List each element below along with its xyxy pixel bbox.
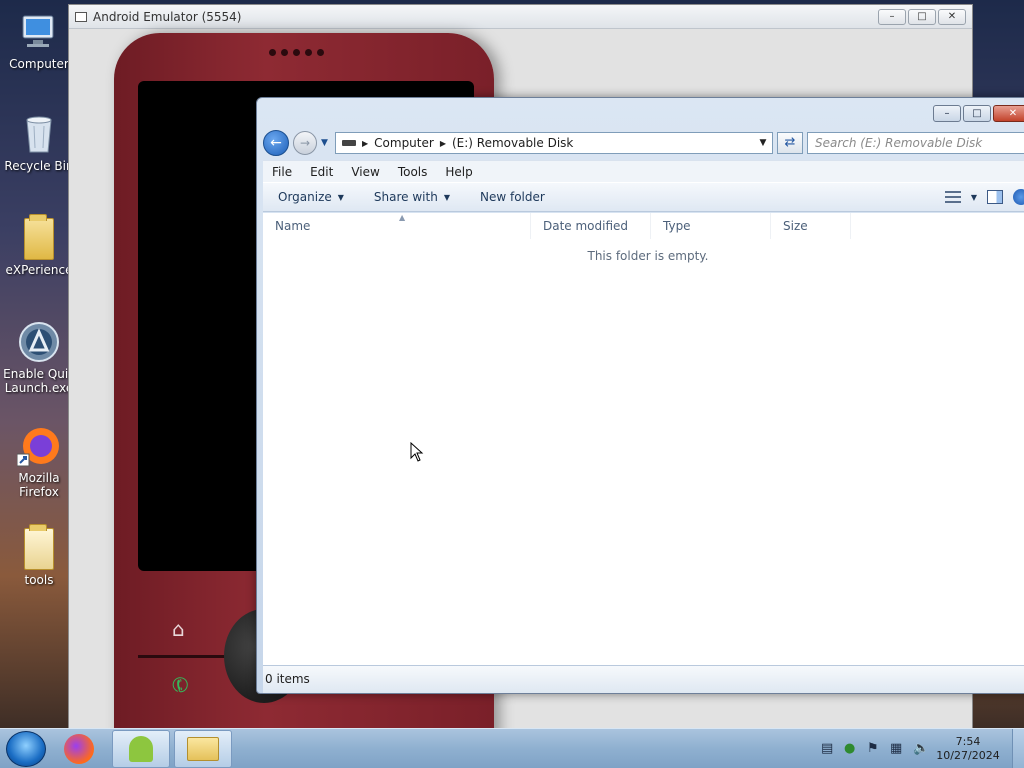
sort-ascending-icon: ▲ bbox=[399, 213, 406, 222]
forward-button[interactable]: → bbox=[293, 131, 317, 155]
explorer-titlebar[interactable]: – □ ✕ bbox=[257, 98, 1024, 128]
emulator-titlebar[interactable]: Android Emulator (5554) – □ ✕ bbox=[69, 5, 972, 29]
view-options-dropdown-icon[interactable]: ▼ bbox=[971, 193, 977, 202]
emulator-title: Android Emulator (5554) bbox=[93, 9, 242, 24]
desktop-icon-enable-quick-launch[interactable]: Enable Quic Launch.exe bbox=[0, 320, 78, 395]
network-icon[interactable]: ▦ bbox=[890, 741, 904, 756]
change-view-icon[interactable] bbox=[944, 191, 961, 203]
chevron-down-icon: ▼ bbox=[443, 192, 450, 202]
taskbar-windows-explorer[interactable] bbox=[174, 729, 232, 768]
close-button[interactable]: ✕ bbox=[993, 104, 1024, 122]
start-button[interactable] bbox=[6, 730, 46, 767]
call-icon[interactable]: ✆ bbox=[167, 670, 194, 699]
status-bar: 0 items bbox=[263, 665, 1024, 693]
minimize-button[interactable]: – bbox=[878, 8, 906, 25]
menu-bar: File Edit View Tools Help bbox=[263, 160, 1024, 182]
back-button[interactable]: ← bbox=[263, 130, 289, 156]
breadcrumb-removable-disk[interactable]: (E:) Removable Disk bbox=[452, 136, 573, 150]
new-folder-button[interactable]: New folder bbox=[465, 190, 560, 204]
explorer-window[interactable]: – □ ✕ ← → ▼ ▶ Computer ▶ (E:) Removable … bbox=[256, 97, 1024, 694]
firefox-icon bbox=[16, 424, 61, 468]
taskbar: ▤ ● ⚑ ▦ 🔈 7:54 10/27/2024 bbox=[0, 728, 1024, 768]
column-type-label: Type bbox=[663, 219, 691, 233]
address-bar[interactable]: ▶ Computer ▶ (E:) Removable Disk ▼ bbox=[335, 132, 773, 154]
desktop-icon-label-line1: Enable Quic bbox=[3, 367, 75, 381]
desktop-icon-label-line1: Mozilla bbox=[18, 471, 60, 485]
taskbar-firefox[interactable] bbox=[50, 730, 108, 768]
window-app-icon bbox=[75, 11, 87, 22]
column-size-label: Size bbox=[783, 219, 808, 233]
phone-speaker bbox=[269, 49, 324, 56]
recent-pages-dropdown-icon[interactable]: ▼ bbox=[321, 138, 331, 148]
column-date-label: Date modified bbox=[543, 219, 629, 233]
column-header-type[interactable]: Type bbox=[651, 213, 771, 239]
folder-icon bbox=[24, 214, 54, 260]
security-shield-icon[interactable]: ● bbox=[844, 741, 858, 756]
column-header-size[interactable]: Size bbox=[771, 213, 851, 239]
file-list[interactable]: ▲ Name Date modified Type Size This fold… bbox=[263, 213, 1024, 665]
firefox-icon bbox=[64, 733, 94, 764]
volume-muted-icon[interactable]: 🔈 bbox=[913, 741, 929, 756]
clock[interactable]: 7:54 10/27/2024 bbox=[936, 735, 1000, 763]
desktop-icon-label: eXPerience bbox=[5, 263, 73, 277]
menu-edit[interactable]: Edit bbox=[301, 165, 342, 179]
folder-icon bbox=[24, 524, 54, 570]
close-button[interactable]: ✕ bbox=[938, 8, 966, 25]
desktop-icon-label-line2: Launch.exe bbox=[4, 381, 74, 395]
menu-view[interactable]: View bbox=[342, 165, 388, 179]
desktop-icon-experience[interactable]: eXPerience bbox=[0, 214, 78, 277]
share-with-label: Share with bbox=[373, 190, 438, 204]
recycle-bin-icon bbox=[17, 112, 61, 156]
organize-label: Organize bbox=[278, 190, 332, 204]
help-icon[interactable] bbox=[1013, 189, 1024, 205]
mouse-cursor-icon bbox=[410, 442, 424, 462]
navigation-row: ← → ▼ ▶ Computer ▶ (E:) Removable Disk ▼… bbox=[263, 130, 1024, 156]
chevron-down-icon: ▼ bbox=[337, 192, 344, 202]
notes-icon[interactable]: ▤ bbox=[821, 741, 835, 756]
clock-time: 7:54 bbox=[955, 734, 981, 748]
desktop-icon-computer[interactable]: Computer bbox=[0, 10, 78, 71]
organize-button[interactable]: Organize ▼ bbox=[263, 190, 359, 204]
clock-date: 10/27/2024 bbox=[936, 748, 1000, 762]
command-bar: Organize ▼ Share with ▼ New folder ▼ bbox=[263, 182, 1024, 212]
item-count: 0 items bbox=[265, 672, 310, 686]
menu-file[interactable]: File bbox=[263, 165, 301, 179]
column-name-label: Name bbox=[275, 219, 311, 233]
desktop-icon-mozilla-firefox[interactable]: Mozilla Firefox bbox=[0, 424, 78, 499]
share-with-button[interactable]: Share with ▼ bbox=[359, 190, 465, 204]
address-dropdown-icon[interactable]: ▼ bbox=[754, 138, 772, 148]
column-header-date-modified[interactable]: Date modified bbox=[531, 213, 651, 239]
action-center-flag-icon[interactable]: ⚑ bbox=[867, 741, 881, 756]
taskbar-android-emulator[interactable] bbox=[112, 729, 170, 768]
desktop-icon-label-line2: Firefox bbox=[19, 485, 59, 499]
search-input[interactable]: Search (E:) Removable Disk bbox=[807, 132, 1024, 154]
menu-tools[interactable]: Tools bbox=[389, 165, 437, 179]
empty-folder-message: This folder is empty. bbox=[587, 249, 709, 263]
column-headers: ▲ Name Date modified Type Size bbox=[263, 213, 1024, 239]
column-header-name[interactable]: ▲ Name bbox=[263, 213, 531, 239]
android-icon bbox=[129, 735, 153, 762]
computer-icon bbox=[17, 10, 61, 54]
new-folder-label: New folder bbox=[479, 190, 545, 204]
desktop-icon-label: Computer bbox=[9, 57, 69, 71]
refresh-button[interactable]: ⇄ bbox=[777, 132, 803, 154]
maximize-button[interactable]: □ bbox=[963, 104, 991, 122]
preview-pane-icon[interactable] bbox=[987, 190, 1003, 204]
drive-icon bbox=[342, 140, 356, 146]
breadcrumb-computer[interactable]: Computer bbox=[374, 136, 434, 150]
show-desktop-button[interactable] bbox=[1012, 728, 1024, 768]
desktop-icon-label: tools bbox=[24, 573, 54, 587]
menu-help[interactable]: Help bbox=[436, 165, 481, 179]
breadcrumb-separator-icon[interactable]: ▶ bbox=[362, 139, 368, 148]
folder-icon bbox=[187, 736, 219, 761]
desktop-icon-recycle-bin[interactable]: Recycle Bin bbox=[0, 112, 78, 173]
minimize-button[interactable]: – bbox=[933, 104, 961, 122]
desktop-icon-label: Recycle Bin bbox=[4, 159, 74, 173]
app-icon bbox=[17, 320, 61, 364]
breadcrumb-separator-icon[interactable]: ▶ bbox=[440, 139, 446, 148]
system-tray: ▤ ● ⚑ ▦ 🔈 7:54 10/27/2024 bbox=[821, 735, 1012, 763]
maximize-button[interactable]: □ bbox=[908, 8, 936, 25]
home-icon[interactable]: ⌂ bbox=[172, 617, 185, 641]
desktop-icon-tools[interactable]: tools bbox=[0, 524, 78, 587]
